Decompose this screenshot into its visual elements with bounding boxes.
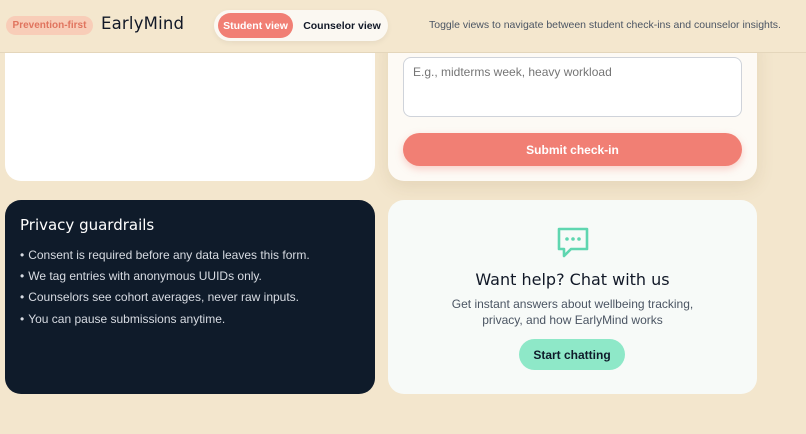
privacy-item: • Counselors see cohort averages, never r… [20,290,300,305]
start-chatting-button[interactable]: Start chatting [519,339,625,370]
counselor-view-button[interactable]: Counselor view [300,13,384,38]
toggle-hint-text: Toggle views to navigate between student… [429,19,781,31]
view-toggle: Student view Counselor view [214,10,388,41]
brand-name: EarlyMind [101,14,185,33]
privacy-item: • We tag entries with anonymous UUIDs onl… [20,269,262,284]
privacy-item: • You can pause submissions anytime. [20,311,226,326]
submit-checkin-button[interactable]: Submit check-in [403,133,742,166]
prevention-badge: Prevention-first [6,16,93,35]
top-header: Prevention-first EarlyMind Student view … [0,0,806,53]
student-view-button[interactable]: Student view [218,13,293,38]
help-description: Get instant answers about wellbeing trac… [451,297,694,327]
privacy-item: • Consent is required before any data lea… [20,248,310,262]
context-textarea[interactable] [403,57,742,117]
help-card: Want help? Chat with us Get instant answ… [388,200,757,394]
chat-bubble-icon [557,227,589,258]
privacy-list: • Consent is required before any data lea… [20,245,360,330]
help-title: Want help? Chat with us [475,270,670,289]
privacy-title: Privacy guardrails [20,216,155,234]
privacy-card: Privacy guardrails • Consent is required … [5,200,375,394]
